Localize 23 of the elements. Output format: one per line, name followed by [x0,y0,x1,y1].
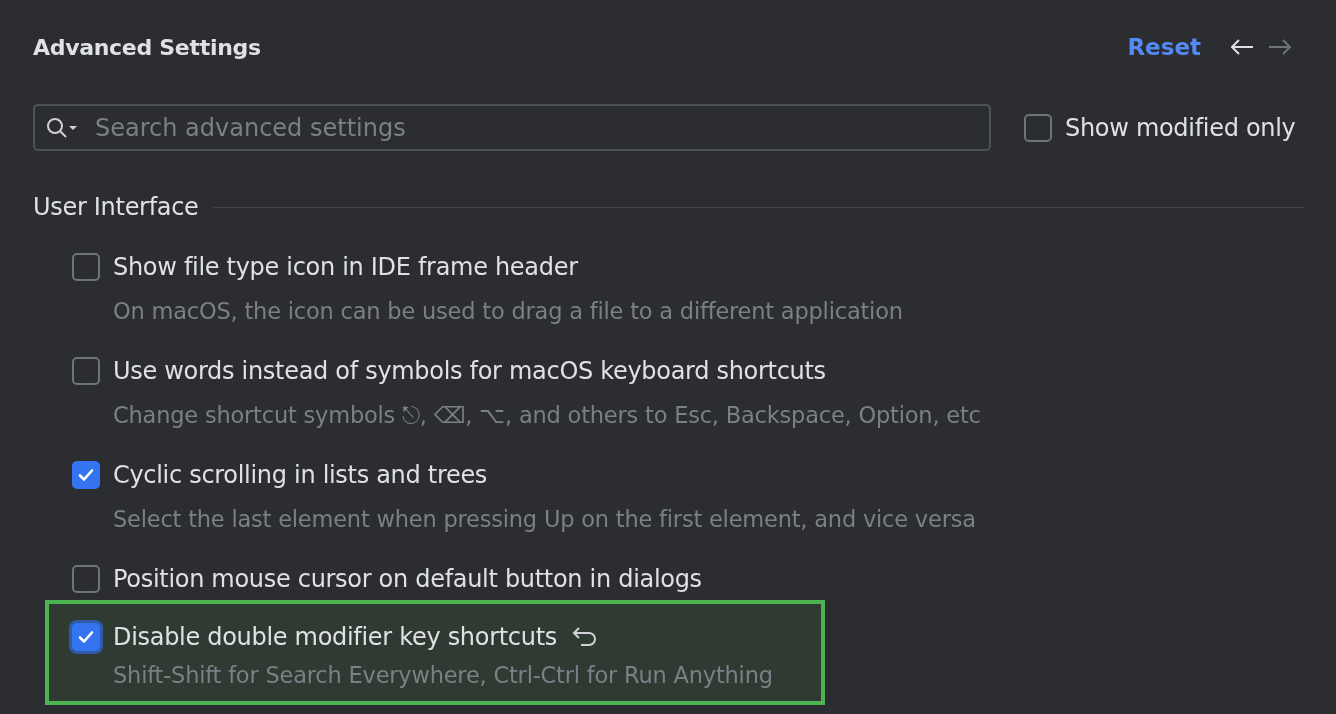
checkbox[interactable] [72,623,100,651]
checkbox-label[interactable]: Position mouse cursor on default button in dialogs [113,563,702,595]
back-arrow-icon[interactable] [1229,37,1255,57]
checkbox[interactable] [72,253,100,281]
search-icon[interactable] [45,116,79,140]
checkbox[interactable] [72,565,100,593]
setting-description: Select the last element when pressing Up on the first element, and vice versa [113,505,977,534]
forward-arrow-icon[interactable] [1267,37,1293,57]
setting-description: Change shortcut symbols ⎋, ⌫, ⌥, and others to Esc, Backspace, Option, etc [113,401,982,430]
checkbox-label[interactable]: Cyclic scrolling in lists and trees [113,459,488,491]
checkbox[interactable] [1024,113,1052,142]
checkbox-label[interactable]: Show modified only [1065,111,1296,144]
setting-description: Shift-Shift for Search Everywhere, Ctrl-Ctrl for Run Anything [113,661,774,690]
checkbox[interactable] [72,461,100,489]
checkbox[interactable] [72,357,100,385]
search-field[interactable]: Search advanced settings [33,104,991,151]
checkbox-label[interactable]: Disable double modifier key shortcuts [113,621,557,653]
setting-description: On macOS, the icon can be used to drag a file to a different application [113,297,904,326]
checkbox-label[interactable]: Use words instead of symbols for macOS keyboard shortcuts [113,355,826,387]
page-title: Advanced Settings [33,34,262,60]
reset-link[interactable]: Reset [1127,34,1201,60]
section-title: User Interface [33,193,199,221]
checkbox-label[interactable]: Show file type icon in IDE frame header [113,251,578,283]
